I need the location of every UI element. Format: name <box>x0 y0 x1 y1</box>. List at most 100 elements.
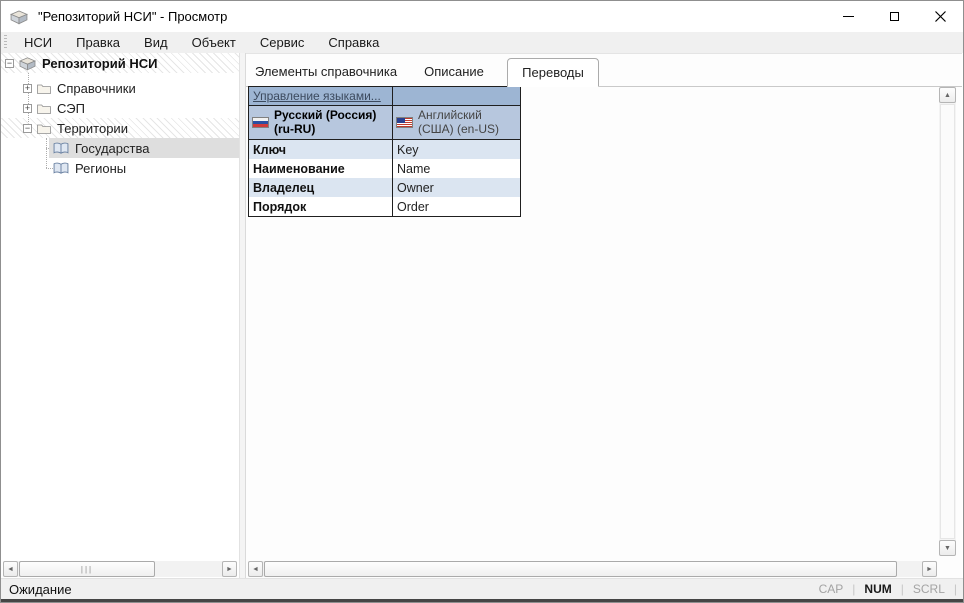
caps-lock-indicator: CAP <box>818 582 844 596</box>
menu-nsi[interactable]: НСИ <box>12 32 64 53</box>
tab-label: Переводы <box>522 65 584 80</box>
window-title: "Репозиторий НСИ" - Просмотр <box>38 9 228 24</box>
scroll-right-icon[interactable]: ► <box>222 561 237 577</box>
minimize-button[interactable] <box>825 1 871 32</box>
expand-expander-icon[interactable]: + <box>23 103 32 113</box>
maximize-button[interactable] <box>871 1 917 32</box>
tree-item-label: СЭП <box>57 100 85 116</box>
translation-value: Owner <box>397 180 434 195</box>
language-label: Английский (США) (en-US) <box>418 107 499 136</box>
num-lock-indicator: NUM <box>864 582 892 596</box>
repository-tree: − Репозиторий НСИ + Справочники + СЭП − … <box>1 53 239 560</box>
scroll-left-icon[interactable]: ◄ <box>248 561 263 577</box>
keyboard-state-indicators: CAP | NUM | SCRL | <box>819 582 957 596</box>
detail-vertical-scrollbar[interactable]: ▲ ▼ <box>939 87 956 556</box>
tree-item-directories[interactable]: + Справочники <box>1 78 239 98</box>
table-row: Порядок Order <box>249 197 520 216</box>
menu-service[interactable]: Сервис <box>248 32 317 53</box>
menu-object[interactable]: Объект <box>180 32 248 53</box>
language-column-russian[interactable]: Русский (Россия) (ru-RU) <box>249 106 393 139</box>
translation-value: Key <box>397 142 419 157</box>
tree-item-label: Репозиторий НСИ <box>42 55 158 71</box>
menu-view[interactable]: Вид <box>132 32 180 53</box>
tree-panel: − Репозиторий НСИ + Справочники + СЭП − … <box>1 53 239 579</box>
book-icon <box>53 162 69 174</box>
table-header-row: Управление языками... <box>249 87 520 106</box>
indicator-separator: | <box>900 582 904 596</box>
scroll-left-icon[interactable]: ◄ <box>3 561 18 577</box>
translation-cell[interactable]: Key <box>393 140 520 159</box>
menu-help[interactable]: Справка <box>316 32 391 53</box>
table-row: Наименование Name <box>249 159 520 178</box>
status-bar: Ожидание CAP | NUM | SCRL | <box>1 578 963 599</box>
tree-item-territories[interactable]: − Территории <box>1 118 239 138</box>
collapse-expander-icon[interactable]: − <box>23 123 32 133</box>
scroll-lock-indicator: SCRL <box>912 582 945 596</box>
tree-item-states-selected[interactable]: Государства <box>1 138 239 158</box>
app-box-icon[interactable] <box>10 9 28 25</box>
table-row: Владелец Owner <box>249 178 520 197</box>
manage-languages-link[interactable]: Управление языками... <box>253 89 381 103</box>
scrollbar-thumb[interactable] <box>940 104 955 539</box>
tree-horizontal-scrollbar[interactable]: ◄ ||| ► <box>3 561 237 577</box>
indicator-separator: | <box>953 582 957 596</box>
attribute-key-label: Порядок <box>253 199 307 214</box>
menu-edit[interactable]: Правка <box>64 32 132 53</box>
close-button[interactable] <box>917 1 963 32</box>
translations-tab-content: Управление языками... Русский (Россия) (… <box>247 86 942 561</box>
tree-item-label: Регионы <box>75 160 127 176</box>
app-window: "Репозиторий НСИ" - Просмотр НСИ Правка … <box>0 0 964 603</box>
maximize-icon <box>889 12 899 21</box>
translation-value: Name <box>397 161 431 176</box>
header-empty-cell <box>393 87 520 105</box>
book-icon <box>53 142 69 154</box>
tree-item-label: Справочники <box>57 80 136 96</box>
close-icon <box>934 11 946 22</box>
tree-item-regions[interactable]: Регионы <box>1 158 239 178</box>
tab-translations[interactable]: Переводы <box>507 58 599 87</box>
tree-item-label: Территории <box>57 120 128 136</box>
flag-us-icon <box>396 117 413 128</box>
tab-label: Элементы справочника <box>254 64 398 79</box>
indicator-separator: | <box>852 582 856 596</box>
scroll-right-icon[interactable]: ► <box>922 561 937 577</box>
flag-ru-icon <box>252 117 269 128</box>
scroll-up-icon[interactable]: ▲ <box>939 87 956 103</box>
scrollbar-thumb[interactable]: ||| <box>19 561 155 577</box>
translations-table: Управление языками... Русский (Россия) (… <box>248 86 521 217</box>
folder-icon <box>37 104 51 114</box>
translation-cell[interactable]: Name <box>393 159 520 178</box>
tab-dictionary-elements[interactable]: Элементы справочника <box>246 57 406 86</box>
repository-box-icon <box>19 56 36 70</box>
attribute-key-label: Владелец <box>253 180 315 195</box>
tab-strip: Элементы справочника Описание Переводы <box>246 55 962 87</box>
detail-panel: Элементы справочника Описание Переводы У… <box>246 53 962 579</box>
language-header-row: Русский (Россия) (ru-RU) Английский (США… <box>249 106 520 140</box>
manage-languages-cell: Управление языками... <box>249 87 393 105</box>
attribute-key-label: Ключ <box>253 142 287 157</box>
status-message: Ожидание <box>9 581 72 597</box>
scroll-down-icon[interactable]: ▼ <box>939 540 956 556</box>
scrollbar-thumb[interactable] <box>264 561 897 577</box>
toolbar-grip-icon[interactable] <box>4 35 7 50</box>
tab-label: Описание <box>424 64 484 79</box>
expand-expander-icon[interactable]: + <box>23 83 32 93</box>
collapse-expander-icon[interactable]: − <box>5 58 14 68</box>
title-bar: "Репозиторий НСИ" - Просмотр <box>1 1 963 32</box>
translation-cell[interactable]: Order <box>393 197 520 216</box>
window-bottom-border <box>1 599 963 602</box>
panel-splitter[interactable] <box>239 53 246 579</box>
minimize-icon <box>842 16 854 17</box>
tree-item-repository-root[interactable]: − Репозиторий НСИ <box>1 53 239 73</box>
attribute-key-label: Наименование <box>253 161 345 176</box>
folder-icon <box>37 84 51 94</box>
language-column-english[interactable]: Английский (США) (en-US) <box>393 106 520 139</box>
tree-item-sep[interactable]: + СЭП <box>1 98 239 118</box>
folder-icon <box>37 124 51 134</box>
tab-description[interactable]: Описание <box>406 57 502 86</box>
table-row: Ключ Key <box>249 140 520 159</box>
language-label: Русский (Россия) (ru-RU) <box>274 107 377 136</box>
translation-value: Order <box>397 199 429 214</box>
detail-horizontal-scrollbar[interactable]: ◄ ► <box>248 561 937 577</box>
translation-cell[interactable]: Owner <box>393 178 520 197</box>
